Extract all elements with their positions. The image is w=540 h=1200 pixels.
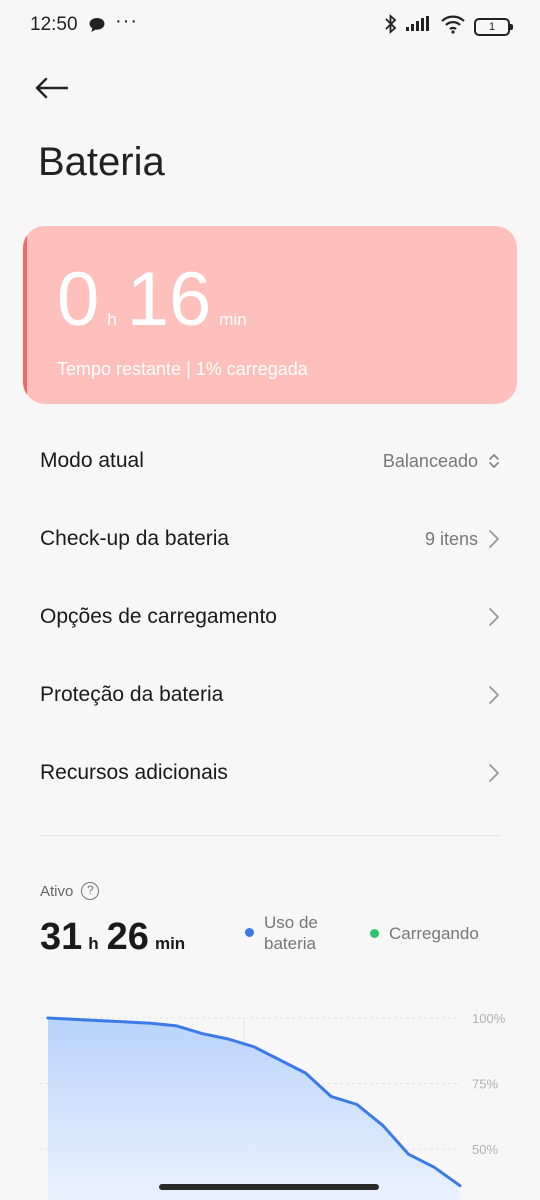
signal-icon: [406, 16, 432, 37]
battery-remaining-card[interactable]: 0 h 16 min Tempo restante | 1% carregada: [23, 226, 517, 404]
y-tick-label: 50%: [472, 1142, 498, 1157]
chevron-right-icon: [489, 764, 499, 782]
page-title: Bateria: [38, 140, 165, 184]
remaining-time: 0 h 16 min: [57, 262, 257, 338]
row-label: Proteção da bateria: [40, 683, 224, 706]
home-indicator[interactable]: [159, 1184, 379, 1190]
active-time: 31 h 26 min: [40, 916, 193, 959]
row-additional-features[interactable]: Recursos adicionais: [0, 734, 540, 812]
legend-battery-usage: Uso de bateria: [245, 912, 318, 954]
row-value: Balanceado: [382, 450, 478, 471]
row-battery-checkup[interactable]: Check-up da bateria 9 itens: [0, 500, 540, 578]
battery-icon: 1: [474, 17, 513, 36]
row-battery-protection[interactable]: Proteção da bateria: [0, 656, 540, 734]
chat-bubble-icon: [88, 17, 106, 38]
legend-dot-green: [370, 929, 379, 938]
row-value: 9 itens: [424, 528, 478, 549]
active-label: Ativo ?: [40, 882, 100, 900]
y-tick-label: 100%: [472, 1011, 506, 1026]
status-time: 12:50: [30, 14, 78, 35]
section-divider: [40, 835, 500, 836]
legend-dot-blue: [245, 928, 254, 937]
bluetooth-icon: [384, 13, 398, 39]
chevron-right-icon: [489, 530, 499, 548]
y-ticks: 100% 75% 50%: [472, 1011, 506, 1157]
card-accent-edge: [23, 226, 27, 404]
help-icon[interactable]: ?: [81, 882, 100, 900]
remaining-subtitle: Tempo restante | 1% carregada: [57, 359, 308, 379]
battery-usage-chart: 100% 75% 50%: [40, 1011, 506, 1200]
legend-usage-line1: Uso de: [264, 913, 318, 932]
wifi-icon: [440, 14, 466, 39]
legend-charging-label: Carregando: [389, 924, 479, 943]
legend-charging: Carregando: [370, 923, 479, 944]
remaining-minutes: 16: [126, 257, 212, 342]
active-text: Ativo: [40, 882, 74, 900]
active-minutes: 26: [106, 916, 149, 958]
row-label: Opções de carregamento: [40, 605, 277, 628]
chevron-right-icon: [489, 608, 499, 626]
legend-usage-line2: bateria: [264, 934, 316, 953]
active-hours: 31: [40, 916, 83, 958]
minutes-unit: min: [154, 934, 186, 953]
unfold-icon: [489, 454, 499, 468]
row-current-mode[interactable]: Modo atual Balanceado: [0, 422, 540, 500]
row-label: Modo atual: [40, 449, 144, 472]
remaining-hours: 0: [57, 257, 100, 342]
status-bar: 12:50 ··· 1: [0, 0, 540, 52]
arrow-left-icon: [35, 77, 68, 99]
settings-list: Modo atual Balanceado Check-up da bateri…: [0, 422, 540, 812]
hours-unit: h: [88, 934, 99, 953]
hours-unit: h: [107, 310, 117, 329]
minutes-unit: min: [219, 310, 247, 329]
more-notifications-icon: ···: [115, 10, 138, 32]
row-label: Recursos adicionais: [40, 761, 228, 784]
back-button[interactable]: [34, 68, 78, 108]
y-tick-label: 75%: [472, 1077, 498, 1092]
chevron-right-icon: [489, 686, 499, 704]
row-charging-options[interactable]: Opções de carregamento: [0, 578, 540, 656]
row-label: Check-up da bateria: [40, 527, 230, 550]
